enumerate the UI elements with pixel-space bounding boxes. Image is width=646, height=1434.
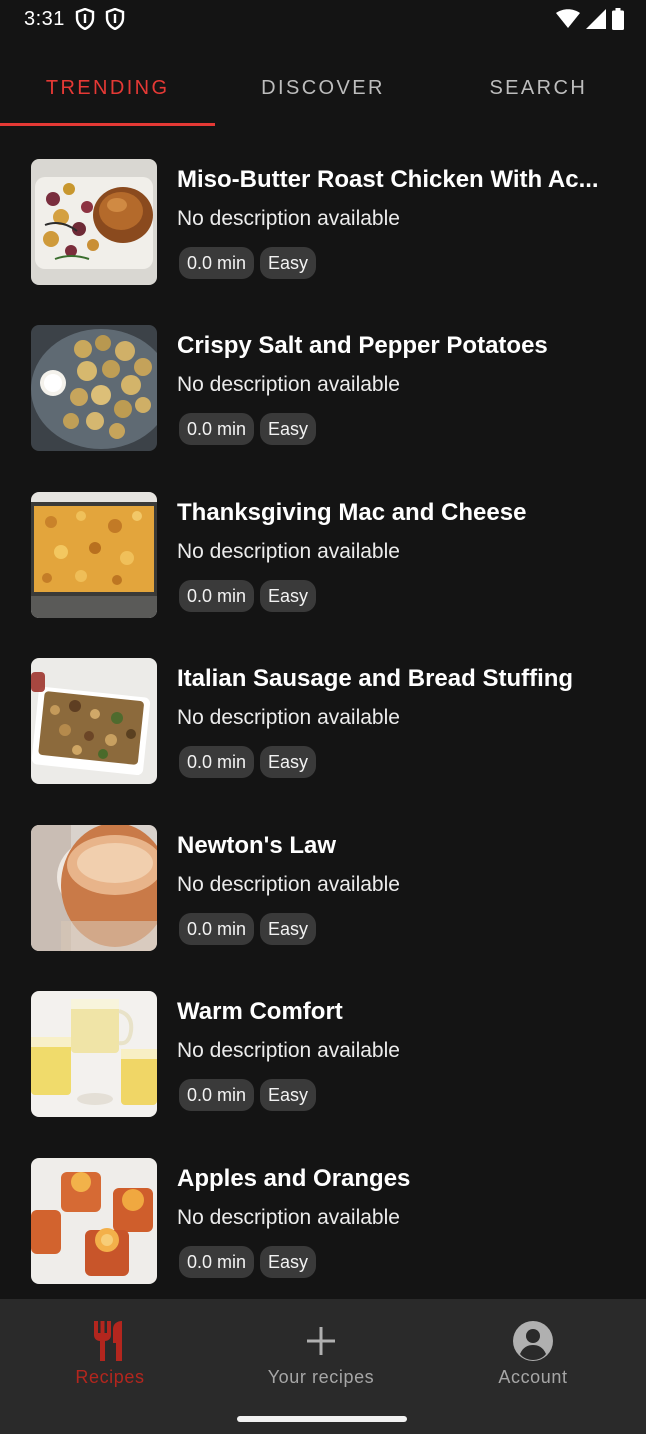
recipe-title: Italian Sausage and Bread Stuffing	[177, 665, 574, 692]
recipe-title: Newton's Law	[177, 832, 337, 859]
tab-search[interactable]: SEARCH	[431, 52, 646, 126]
account-circle-icon	[512, 1317, 554, 1365]
recipe-image-mac-and-cheese	[31, 492, 157, 618]
nav-label: Your recipes	[267, 1367, 375, 1387]
status-time: 3:31	[24, 7, 65, 30]
recipe-card[interactable]: Crispy Salt and Pepper Potatoes No descr…	[0, 292, 646, 458]
battery-icon	[612, 8, 624, 30]
difficulty-chip: Easy	[260, 580, 317, 612]
recipe-description: No description available	[177, 1039, 400, 1062]
nav-item-recipes[interactable]: Recipes	[2, 1317, 218, 1389]
recipe-tags: 0.0 min Easy	[179, 746, 317, 778]
recipe-card[interactable]: Newton's Law No description available 0.…	[0, 792, 646, 958]
recipe-card[interactable]: Italian Sausage and Bread Stuffing No de…	[0, 625, 646, 791]
time-chip: 0.0 min	[179, 746, 255, 778]
recipe-image-stuffing	[31, 658, 157, 784]
time-chip: 0.0 min	[179, 580, 255, 612]
recipe-card[interactable]: Apples and Oranges No description availa…	[0, 1125, 646, 1291]
shield-icon	[105, 8, 125, 30]
recipe-title: Miso-Butter Roast Chicken With Ac...	[177, 166, 599, 193]
recipe-description: No description available	[177, 1206, 400, 1229]
fork-knife-icon	[88, 1317, 132, 1365]
time-chip: 0.0 min	[179, 413, 255, 445]
plus-icon	[305, 1317, 337, 1365]
recipe-card[interactable]: Miso-Butter Roast Chicken With Ac... No …	[0, 126, 646, 292]
signal-icon	[586, 9, 606, 29]
shield-icon	[75, 8, 95, 30]
recipe-tags: 0.0 min Easy	[179, 1246, 317, 1278]
difficulty-chip: Easy	[260, 746, 317, 778]
recipe-list: Miso-Butter Roast Chicken With Ac... No …	[0, 126, 646, 1299]
recipe-card[interactable]: Warm Comfort No description available 0.…	[0, 958, 646, 1124]
bottom-navigation: Recipes Your recipes Account	[0, 1299, 646, 1434]
nav-item-your-recipes[interactable]: Your recipes	[213, 1317, 429, 1389]
home-indicator[interactable]	[237, 1416, 407, 1422]
recipe-description: No description available	[177, 873, 400, 896]
difficulty-chip: Easy	[260, 413, 317, 445]
recipe-tags: 0.0 min Easy	[179, 247, 317, 279]
time-chip: 0.0 min	[179, 913, 255, 945]
tab-trending[interactable]: TRENDING	[0, 52, 216, 126]
recipe-description: No description available	[177, 207, 400, 230]
recipe-title: Thanksgiving Mac and Cheese	[177, 499, 527, 526]
recipe-image-tea-mugs	[31, 991, 157, 1117]
recipe-image-orange-drinks	[31, 1158, 157, 1284]
recipe-title: Warm Comfort	[177, 998, 343, 1025]
nav-label: Account	[498, 1367, 568, 1387]
time-chip: 0.0 min	[179, 1079, 255, 1111]
difficulty-chip: Easy	[260, 247, 317, 279]
wifi-icon	[556, 9, 580, 29]
time-chip: 0.0 min	[179, 1246, 255, 1278]
recipe-tags: 0.0 min Easy	[179, 413, 317, 445]
tab-bar: TRENDING DISCOVER SEARCH	[0, 52, 646, 126]
recipe-tags: 0.0 min Easy	[179, 580, 317, 612]
tab-discover[interactable]: DISCOVER	[215, 52, 430, 126]
nav-item-account[interactable]: Account	[425, 1317, 641, 1389]
time-chip: 0.0 min	[179, 247, 255, 279]
difficulty-chip: Easy	[260, 913, 317, 945]
recipe-description: No description available	[177, 540, 400, 563]
recipe-tags: 0.0 min Easy	[179, 1079, 317, 1111]
status-bar: 3:31	[0, 0, 646, 38]
difficulty-chip: Easy	[260, 1079, 317, 1111]
recipe-card[interactable]: Thanksgiving Mac and Cheese No descripti…	[0, 459, 646, 625]
nav-label: Recipes	[75, 1367, 145, 1387]
recipe-title: Apples and Oranges	[177, 1165, 411, 1192]
status-left: 3:31	[24, 8, 125, 31]
recipe-tags: 0.0 min Easy	[179, 913, 317, 945]
difficulty-chip: Easy	[260, 1246, 317, 1278]
recipe-image-cocktail	[31, 825, 157, 951]
recipe-description: No description available	[177, 706, 400, 729]
status-right	[556, 8, 624, 30]
recipe-image-roast-chicken	[31, 159, 157, 285]
recipe-title: Crispy Salt and Pepper Potatoes	[177, 332, 548, 359]
recipe-description: No description available	[177, 373, 400, 396]
recipe-image-potatoes	[31, 325, 157, 451]
